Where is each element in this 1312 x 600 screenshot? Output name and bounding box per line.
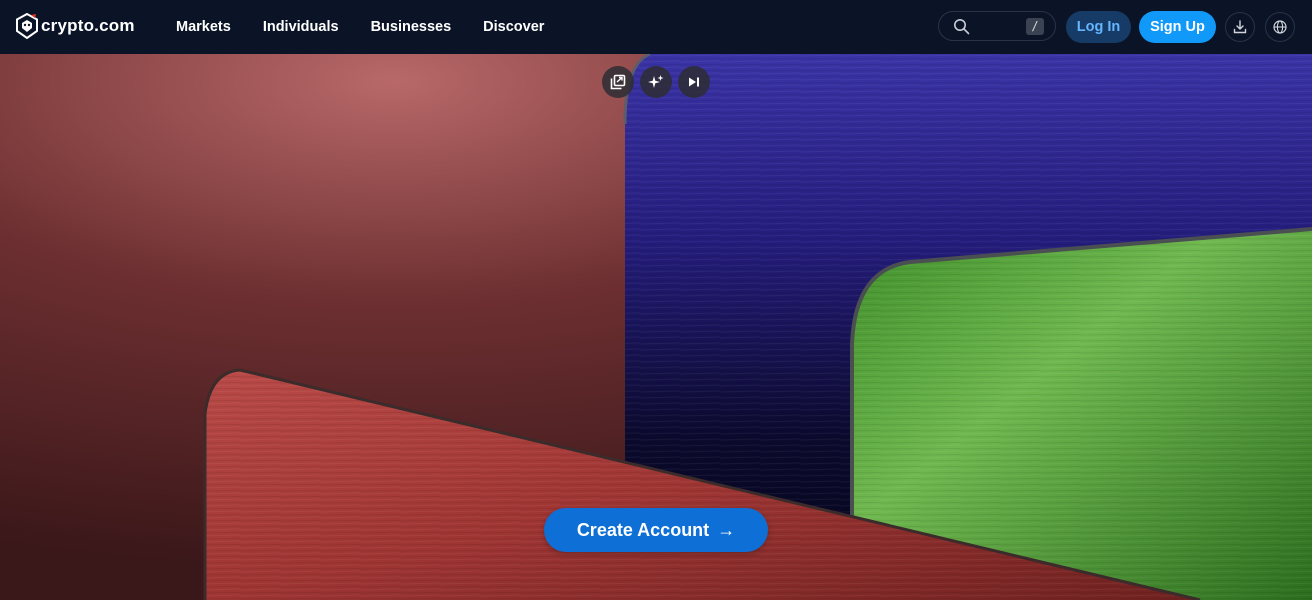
download-icon [1233,20,1247,34]
nav-item-individuals[interactable]: Individuals [263,19,339,35]
search-shortcut-key: / [1026,18,1044,35]
search-icon [954,19,970,35]
nav-item-markets[interactable]: Markets [176,19,231,35]
hero-section: Create Account → [0,54,1312,600]
skip-button[interactable] [678,66,710,98]
brand-logo[interactable]: crypto.com [16,13,135,39]
sparkle-icon [648,75,664,88]
create-account-button[interactable]: Create Account → [544,508,768,552]
crypto-lion-shield-icon [16,13,38,39]
brand-name: crypto.com [41,16,135,35]
main-menu: Markets Individuals Businesses Discover [176,0,576,54]
globe-icon [1273,20,1287,34]
language-button[interactable] [1265,12,1295,42]
effects-button[interactable] [640,66,672,98]
skip-forward-icon [689,77,699,87]
create-account-label: Create Account [576,519,710,540]
hero-media-controls [602,66,716,98]
gallery-icon [610,74,626,90]
search-box[interactable]: / [938,11,1056,41]
top-navigation: crypto.com Markets Individuals Businesse… [0,0,1312,54]
nav-item-businesses[interactable]: Businesses [371,19,452,35]
gallery-button[interactable] [602,66,634,98]
arrow-right-icon: → [717,519,736,540]
login-button[interactable]: Log In [1066,11,1131,43]
signup-button[interactable]: Sign Up [1139,11,1216,43]
download-app-button[interactable] [1225,12,1255,42]
nav-item-discover[interactable]: Discover [483,19,544,35]
